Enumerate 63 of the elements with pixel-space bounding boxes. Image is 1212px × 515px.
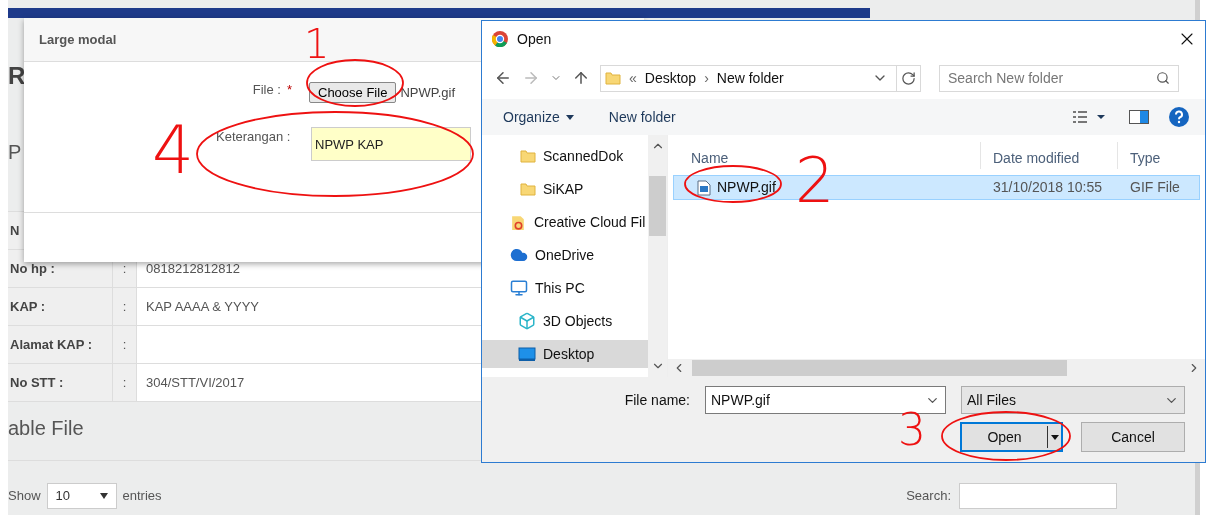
- modal-title: Large modal: [39, 30, 117, 49]
- organize-menu[interactable]: Organize: [503, 106, 574, 128]
- section-title: able File: [8, 418, 84, 438]
- column-header[interactable]: Type: [1117, 141, 1161, 169]
- nav-item[interactable]: ScannedDok: [482, 142, 648, 170]
- nav-item[interactable]: Creative Cloud Fil: [482, 208, 648, 236]
- panel-title: P: [8, 142, 22, 162]
- caret-icon: [1050, 434, 1059, 440]
- file-type-select[interactable]: All Files: [961, 386, 1185, 414]
- folder-icon: [510, 213, 527, 231]
- help-icon[interactable]: [1169, 107, 1189, 127]
- address-bar[interactable]: « Desktop › New folder: [600, 64, 921, 92]
- field-label: File :: [252, 81, 281, 99]
- file-name: NPWP.gif: [717, 178, 776, 197]
- path-segment[interactable]: ›: [704, 67, 709, 89]
- entries-label: entries: [122, 487, 162, 506]
- scrollbar-thumb[interactable]: [692, 360, 1067, 376]
- choose-file-button[interactable]: Choose File: [309, 82, 397, 103]
- table-cell: Alamat KAP :: [8, 326, 113, 363]
- page-heading: R: [8, 64, 26, 88]
- cube-icon: [518, 312, 536, 330]
- preview-pane-icon[interactable]: [1129, 110, 1149, 124]
- file-type: GIF File: [1129, 178, 1180, 197]
- show-label: Show: [8, 487, 41, 506]
- browser-logo-icon: [492, 31, 508, 47]
- table-cell: KAP :: [8, 288, 113, 325]
- folder-icon: [605, 70, 621, 86]
- back-icon[interactable]: [494, 69, 512, 87]
- view-options-icon[interactable]: [1073, 110, 1107, 124]
- page-size-select[interactable]: 10: [46, 483, 117, 509]
- caret-icon: [565, 114, 574, 120]
- refresh-icon[interactable]: [901, 70, 916, 86]
- search-label: Search:: [906, 487, 951, 506]
- path-segment[interactable]: New folder: [716, 67, 784, 89]
- field-label: Keterangan :: [216, 128, 291, 146]
- new-folder-button[interactable]: New folder: [608, 106, 676, 128]
- monitor-icon: [518, 346, 536, 362]
- nav-item[interactable]: Desktop: [482, 340, 648, 368]
- nav-item[interactable]: SiKAP: [482, 175, 648, 203]
- folder-icon: [520, 148, 536, 164]
- search-field[interactable]: [959, 483, 1117, 509]
- monitor-icon: [510, 279, 528, 297]
- annotation-number: 4: [152, 118, 194, 184]
- open-button[interactable]: Open: [960, 422, 1063, 452]
- cancel-button[interactable]: Cancel: [1081, 422, 1185, 452]
- scrollbar-thumb[interactable]: [649, 176, 666, 236]
- search-icon: [1156, 71, 1170, 85]
- caret-icon: [99, 493, 108, 499]
- search-field[interactable]: Search New folder: [939, 64, 1179, 92]
- file-date: 31/10/2018 10:55: [992, 178, 1103, 197]
- note-field[interactable]: NPWP KAP: [311, 127, 471, 161]
- path-segment[interactable]: Desktop: [644, 67, 697, 89]
- folder-icon: [520, 181, 536, 197]
- annotation-number: 1: [304, 24, 330, 64]
- path-segment[interactable]: «: [629, 67, 637, 89]
- cloud-icon: [510, 246, 528, 264]
- table-cell: No STT :: [8, 364, 113, 401]
- column-header[interactable]: Date modified: [980, 141, 1117, 169]
- up-icon[interactable]: [572, 69, 590, 87]
- required-mark: *: [286, 81, 292, 99]
- image-file-icon: [697, 179, 711, 196]
- dialog-title: Open: [517, 29, 552, 49]
- chosen-file-name: NPWP.gif: [400, 83, 456, 102]
